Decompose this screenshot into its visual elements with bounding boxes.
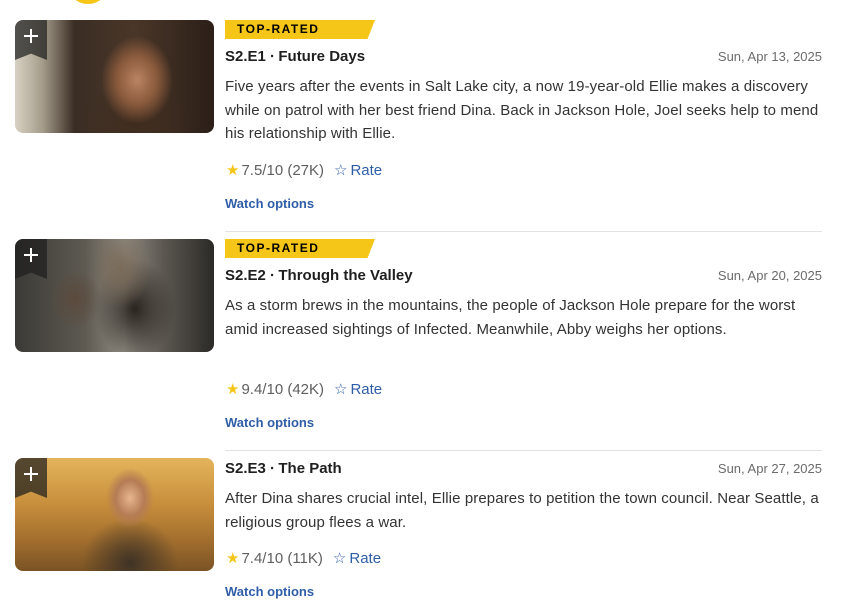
star-outline-icon: ☆ [334,162,348,179]
plus-icon [22,465,40,483]
divider [225,450,822,451]
rate-button[interactable]: ☆ Rate [334,161,383,180]
divider [225,231,822,232]
star-icon: ★ [226,550,240,567]
rate-label: Rate [349,549,382,567]
episode-item: S2.E3 ∙ The Path Sun, Apr 27, 2025 After… [0,458,854,615]
watch-options-link[interactable]: Watch options [225,196,314,211]
air-date: Sun, Apr 13, 2025 [717,49,822,64]
plus-icon [22,246,40,264]
top-rated-badge: TOP-RATED [225,239,375,258]
rating-row: ★ 9.4/10 (42K) ☆ Rate [226,379,382,399]
episode-thumbnail[interactable] [15,239,214,352]
air-date: Sun, Apr 27, 2025 [717,461,822,476]
rating-value: 9.4/10 (42K) [241,380,325,398]
episode-title[interactable]: S2.E1 ∙ Future Days [225,48,365,65]
episode-thumbnail[interactable] [15,20,214,133]
episode-thumbnail[interactable] [15,458,214,571]
episode-description: After Dina shares crucial intel, Ellie p… [225,490,819,531]
rate-button[interactable]: ☆ Rate [334,380,383,399]
rate-button[interactable]: ☆ Rate [332,549,382,568]
star-outline-icon: ☆ [332,550,347,567]
episode-item: TOP-RATED S2.E1 ∙ Future Days Sun, Apr 1… [0,20,854,230]
episode-title[interactable]: S2.E3 ∙ The Path [225,460,342,477]
watch-options-link[interactable]: Watch options [225,415,314,430]
watch-options-link[interactable]: Watch options [225,584,314,599]
star-icon: ★ [226,162,240,179]
rating-value: 7.5/10 (27K) [241,161,325,179]
top-decoration [69,0,107,4]
episode-item: TOP-RATED S2.E2 ∙ Through the Valley Sun… [0,239,854,449]
rate-label: Rate [350,380,383,398]
air-date: Sun, Apr 20, 2025 [717,268,822,283]
plus-icon [22,27,40,45]
rate-label: Rate [350,161,383,179]
rating-row: ★ 7.4/10 (11K) ☆ Rate [226,548,381,568]
star-outline-icon: ☆ [334,381,348,398]
star-icon: ★ [226,381,240,398]
rating-row: ★ 7.5/10 (27K) ☆ Rate [226,160,382,180]
rating-value: 7.4/10 (11K) [241,549,323,567]
top-rated-badge: TOP-RATED [225,20,375,39]
episode-description: Five years after the events in Salt Lake… [225,78,819,142]
episode-title[interactable]: S2.E2 ∙ Through the Valley [225,267,413,284]
episode-description: As a storm brews in the mountains, the p… [225,297,796,338]
